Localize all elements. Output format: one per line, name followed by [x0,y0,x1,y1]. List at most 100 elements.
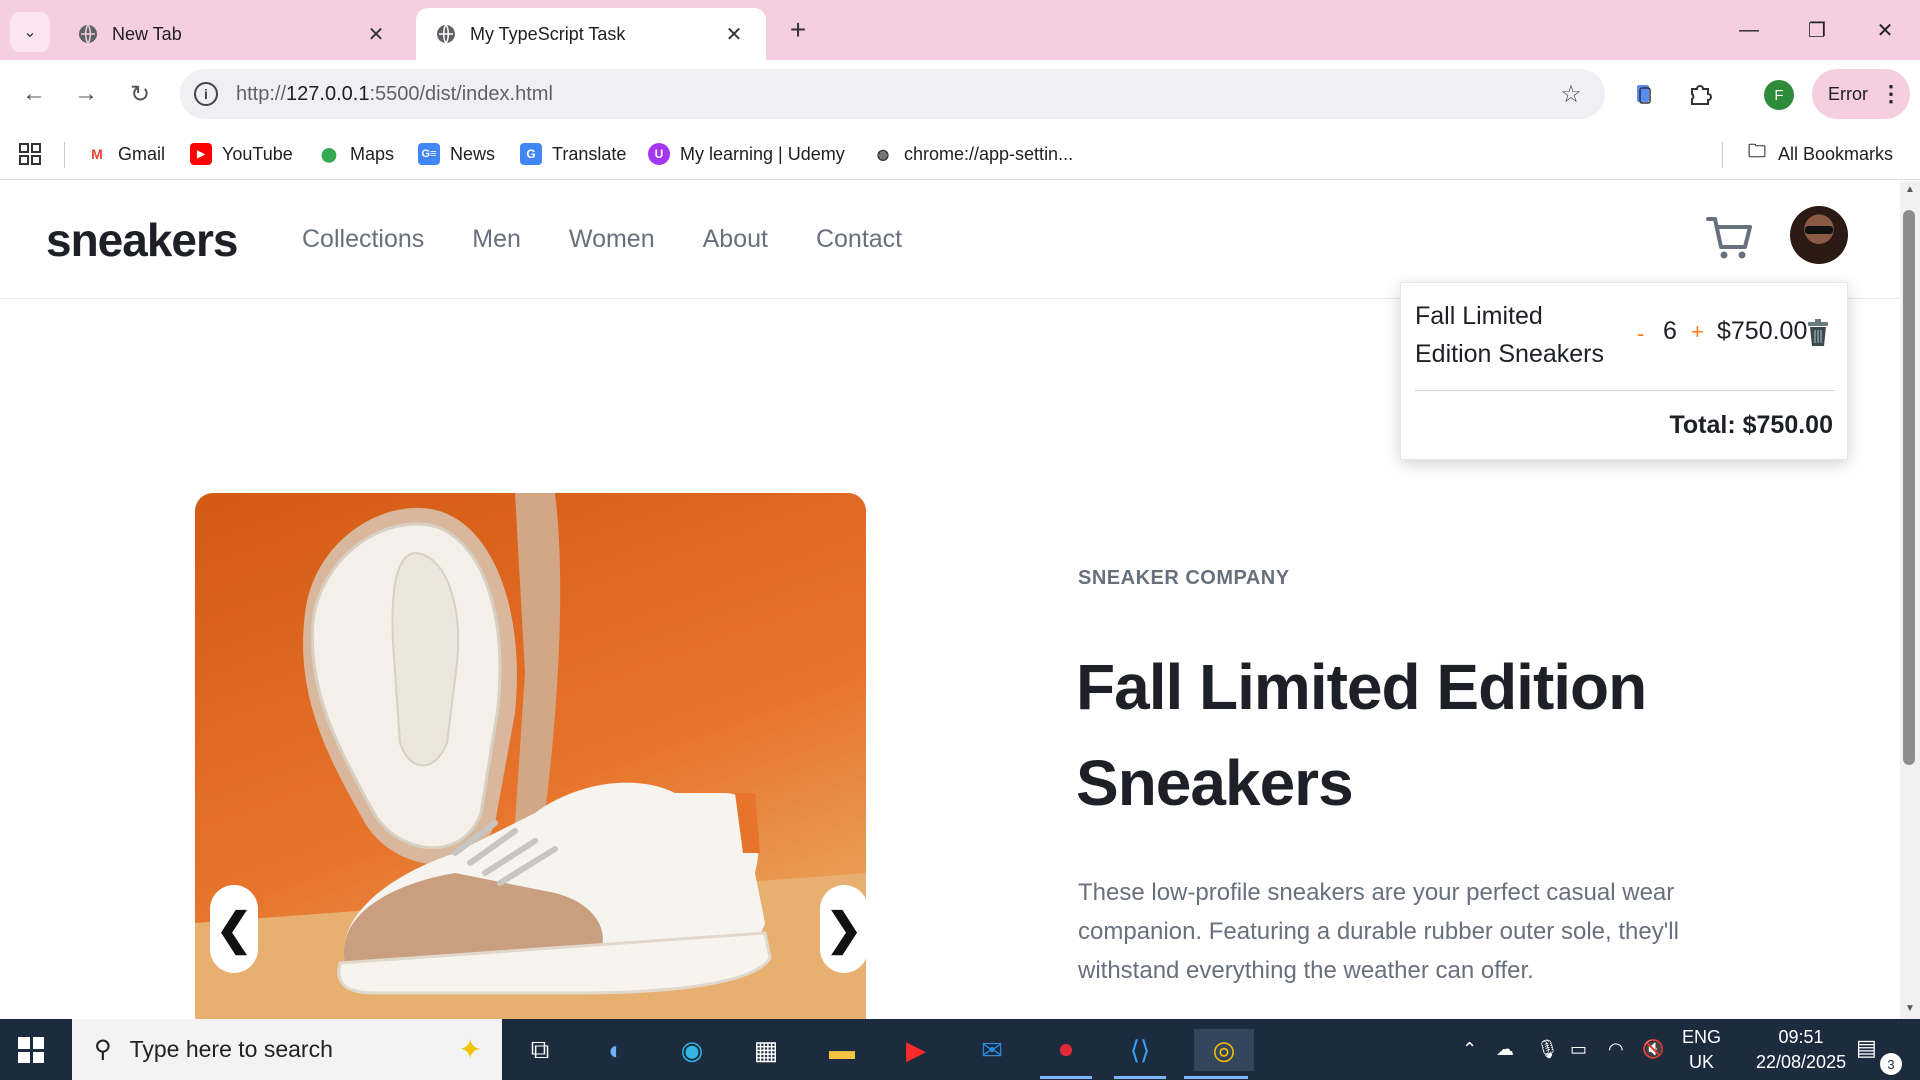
scroll-up-icon[interactable]: ▲ [1904,184,1916,195]
user-avatar[interactable] [1790,206,1848,264]
onedrive-icon[interactable]: ☁ [1496,1019,1514,1080]
edge-icon[interactable]: ◉ [670,1029,714,1071]
chevron-up-icon: ⌃ [1462,1039,1478,1059]
bookmark-label: Translate [552,143,627,164]
decrease-quantity-button[interactable]: - [1637,321,1644,347]
tab-my-typescript-task[interactable]: My TypeScript Task ✕ [416,8,766,60]
globe-icon [79,24,97,44]
reload-icon: ↻ [129,80,151,108]
product-description: These low-profile sneakers are your perf… [1078,879,1679,984]
nav-contact[interactable]: Contact [816,225,902,254]
url-scheme: http:// [236,82,287,105]
restore-icon: ❐ [1808,19,1826,42]
error-label: Error [1828,83,1868,104]
nav-men[interactable]: Men [472,225,521,254]
youtube-app-icon[interactable]: ▶ [894,1029,938,1071]
restore-button[interactable]: ❐ [1794,12,1840,48]
bookmark-star-icon[interactable]: ☆ [1551,80,1591,109]
show-hidden-icons[interactable]: ⌃ [1462,1019,1477,1080]
bookmark-translate[interactable]: G Translate [520,140,626,168]
globe-icon [437,24,455,44]
back-button[interactable]: ← [16,76,52,112]
udemy-icon: U [648,143,670,165]
chevron-down-icon: ⌄ [23,24,37,41]
extensions-icon[interactable] [1682,76,1718,112]
vscode-icon[interactable]: ⟨⟩ [1118,1029,1162,1071]
battery-icon[interactable]: ▭ [1570,1019,1587,1080]
running-indicator [1114,1076,1166,1079]
input-language[interactable]: ENG UK [1682,1025,1721,1075]
close-window-button[interactable]: ✕ [1862,12,1908,48]
product-image [195,493,866,1019]
notification-badge: 3 [1880,1053,1902,1075]
bookmark-app-settings[interactable]: ◍ chrome://app-settin... [872,140,1073,168]
chrome-icon[interactable]: ◎ [1194,1029,1254,1071]
copilot-icon[interactable]: ◐ [594,1029,638,1071]
windows-taskbar: ⚲ Type here to search ✦ ⧉ ◐ ◉ ▦ ▬ ▶ ✉ ⏺ … [0,1019,1920,1080]
site-logo[interactable]: sneakers [46,213,238,267]
error-menu-button[interactable]: Error ⋮ [1812,69,1910,119]
tab-search-button[interactable]: ⌄ [10,12,50,52]
file-explorer-icon[interactable]: ▬ [820,1029,864,1071]
clock-date: 22/08/2025 [1756,1052,1847,1072]
forward-button[interactable]: → [68,76,104,112]
wifi-icon[interactable]: ◠ [1608,1019,1624,1080]
running-indicator [1040,1076,1092,1079]
scrollbar-thumb[interactable] [1903,210,1915,765]
close-icon[interactable]: ✕ [722,22,746,47]
bookmark-udemy[interactable]: U My learning | Udemy [648,140,845,168]
store-icon[interactable]: ▦ [744,1029,788,1071]
tab-strip: ⌄ New Tab ✕ My TypeScript Task ✕ + — ❐ ✕ [0,0,1920,60]
youtube-icon: ▶ [190,143,212,165]
sparkle-icon: ✦ [458,1034,482,1065]
volume-muted-icon[interactable]: 🔇 [1642,1019,1664,1080]
outlook-icon[interactable]: ✉ [970,1029,1014,1071]
cart-item-price: $750.00 [1717,317,1808,345]
maps-pin-icon: ⬤ [321,145,337,162]
tab-title: My TypeScript Task [470,23,626,44]
trash-icon[interactable] [1805,319,1831,347]
recorder-app-icon[interactable]: ⏺ [1044,1029,1088,1071]
product-title: Fall Limited Edition Sneakers [1076,651,1647,819]
previous-image-button[interactable]: ❮ [210,885,258,973]
apps-button[interactable] [18,140,42,168]
bookmark-news[interactable]: G≡ News [418,140,495,168]
bookmark-gmail[interactable]: M Gmail [86,140,165,168]
next-image-button[interactable]: ❯ [820,885,868,973]
new-tab-button[interactable]: + [780,12,816,48]
taskbar-search-input[interactable]: ⚲ Type here to search ✦ [72,1019,502,1080]
sneaker-illustration [195,493,866,1019]
cart-item-quantity: 6 [1663,317,1677,345]
microphone-icon[interactable]: 🎙 [1536,1019,1559,1080]
bookmark-youtube[interactable]: ▶ YouTube [190,140,293,168]
cart-icon[interactable] [1706,215,1754,261]
plus-icon: + [789,14,807,45]
lang-code: ENG [1682,1027,1722,1047]
task-view-icon[interactable]: ⧉ [518,1029,562,1071]
reload-button[interactable]: ↻ [122,76,158,112]
nav-about[interactable]: About [703,225,768,254]
nav-collections[interactable]: Collections [302,225,424,254]
site-info-icon[interactable]: i [194,82,218,106]
windows-start-icon[interactable] [18,1037,44,1063]
nav-women[interactable]: Women [569,225,655,254]
tab-new-tab[interactable]: New Tab ✕ [58,8,408,60]
search-icon: ⚲ [94,1036,112,1063]
tab-overview-icon[interactable] [1626,76,1662,112]
bookmark-maps[interactable]: ⬤ Maps [318,140,394,168]
close-icon: ✕ [1876,19,1894,42]
minimize-button[interactable]: — [1726,12,1772,48]
browser-toolbar: ← → ↻ i http://127.0.0.1:5500/dist/index… [0,60,1920,128]
url-text[interactable]: http://127.0.0.1:5500/dist/index.html [236,83,1551,106]
all-bookmarks-button[interactable]: 🗀 All Bookmarks [1746,140,1893,168]
scroll-down-icon[interactable]: ▼ [1904,1003,1916,1014]
arrow-left-icon: ← [22,80,46,107]
close-icon[interactable]: ✕ [364,22,388,47]
profile-avatar[interactable]: F [1764,80,1794,110]
bookmark-separator [1722,142,1723,168]
increase-quantity-button[interactable]: + [1691,319,1704,345]
system-clock[interactable]: 09:51 22/08/2025 [1756,1025,1846,1075]
cart-divider [1415,390,1835,391]
cart-dropdown: Fall Limited Edition Sneakers - 6 + $750… [1400,282,1848,460]
address-bar[interactable]: i http://127.0.0.1:5500/dist/index.html … [180,69,1605,119]
